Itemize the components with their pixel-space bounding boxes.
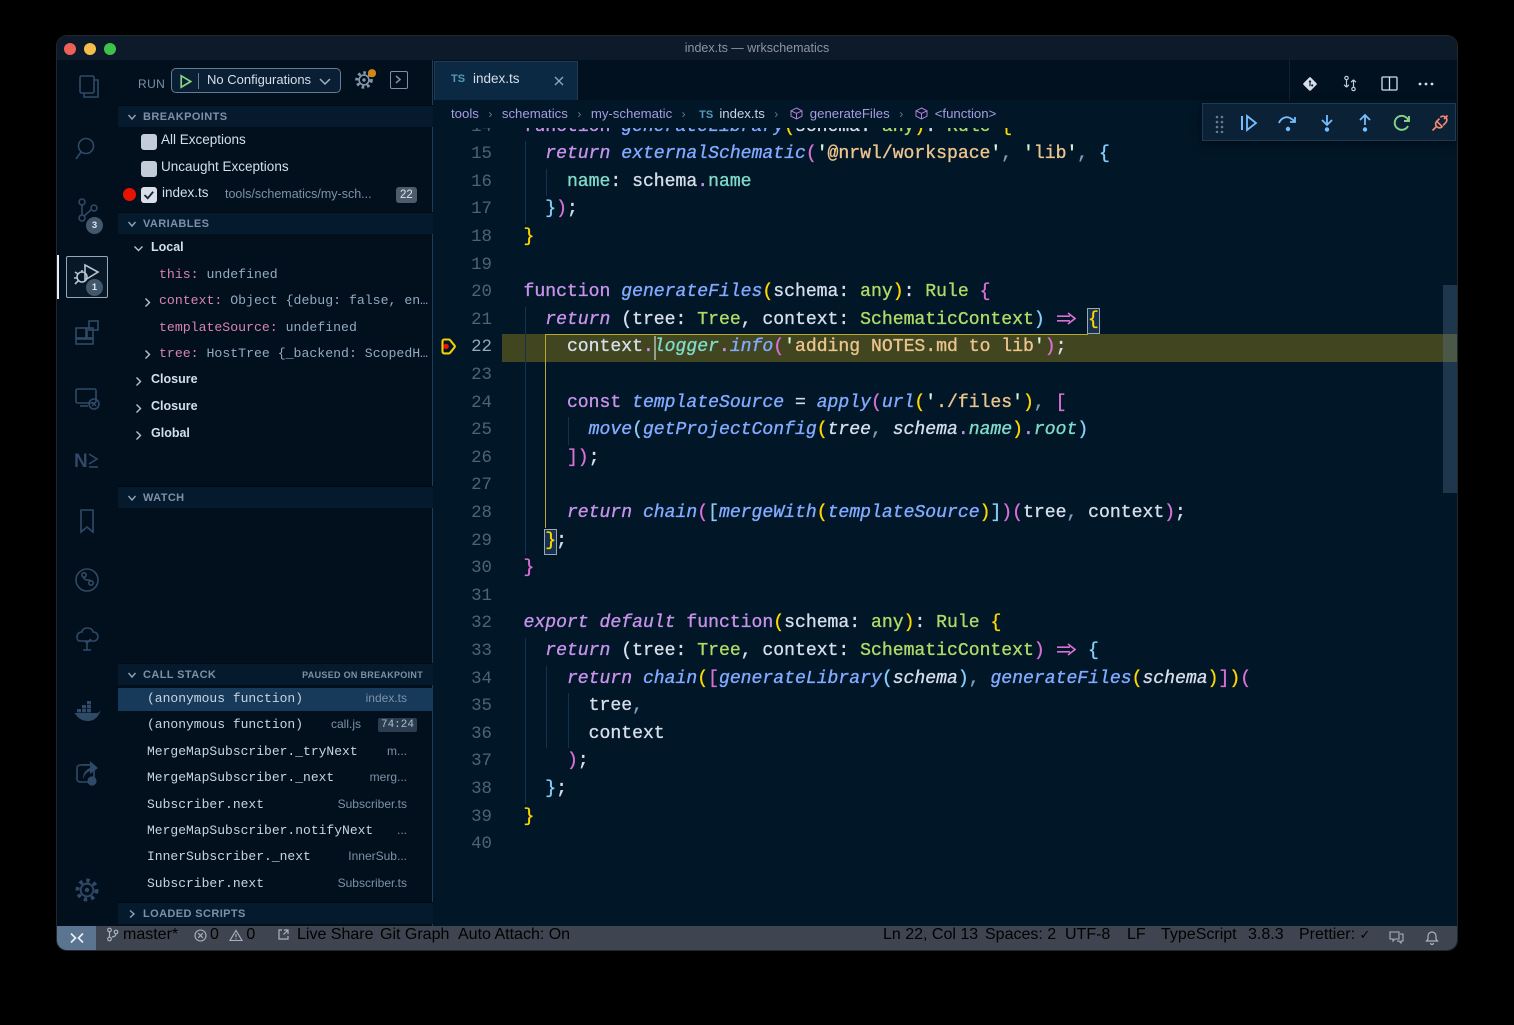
svg-text:N: N [74,451,88,472]
